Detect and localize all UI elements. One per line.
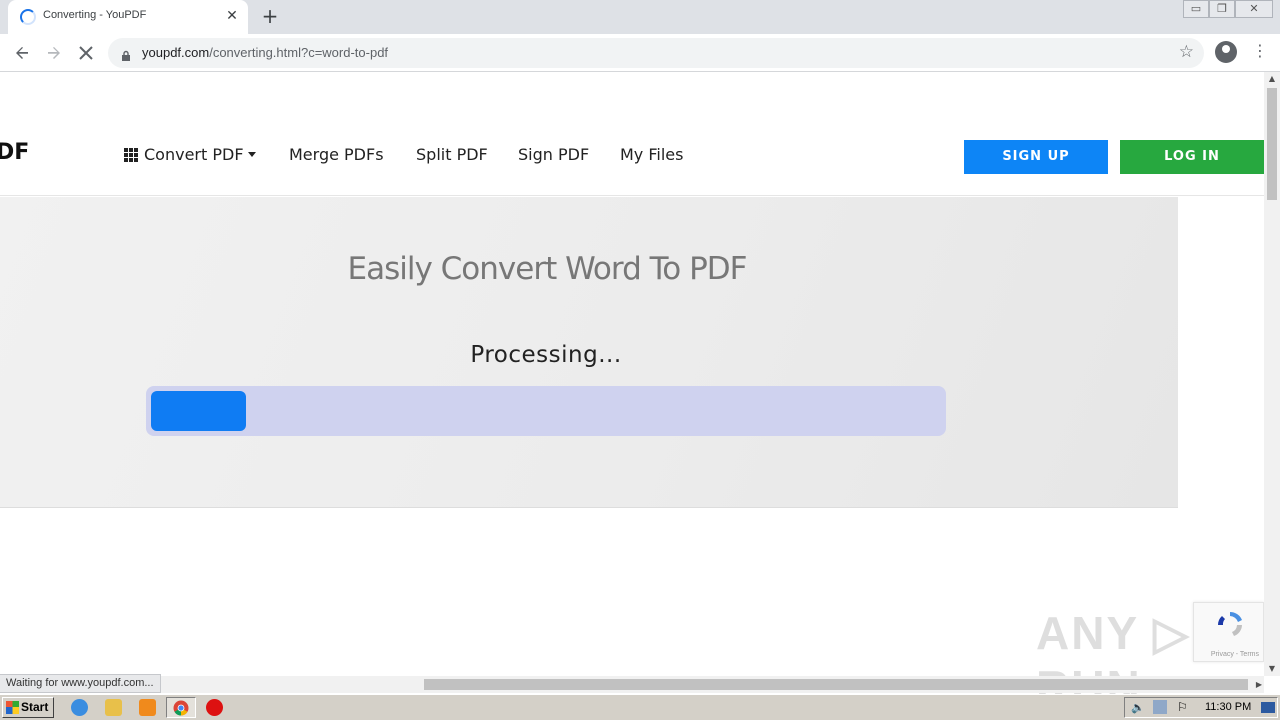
internet-explorer-icon[interactable] <box>71 699 88 716</box>
scroll-down-icon[interactable]: ▼ <box>1264 662 1280 676</box>
page-title: Easily Convert Word To PDF <box>347 251 747 287</box>
chrome-icon <box>173 700 189 716</box>
url-text: youpdf.com/converting.html?c=word-to-pdf <box>142 45 388 60</box>
tab-title: Converting - YouPDF <box>43 9 147 21</box>
browser-status-bubble: Waiting for www.youpdf.com... <box>0 674 161 693</box>
browser-menu-icon[interactable]: ⋮ <box>1252 41 1268 63</box>
browser-toolbar: youpdf.com/converting.html?c=word-to-pdf… <box>0 34 1280 72</box>
caret-down-icon <box>247 152 256 157</box>
scroll-right-icon[interactable]: ▶ <box>1256 676 1262 693</box>
network-icon[interactable] <box>1153 700 1167 714</box>
tab-strip: Converting - YouPDF ✕ + ▭ ❐ ✕ <box>0 0 1280 34</box>
nav-sign-pdf[interactable]: Sign PDF <box>518 145 589 164</box>
nav-convert-pdf[interactable]: Convert PDF <box>144 145 256 164</box>
page-lower-section <box>0 509 1264 604</box>
site-logo[interactable]: DF <box>0 140 29 165</box>
loading-spinner-icon <box>20 9 36 25</box>
start-button[interactable]: Start <box>2 697 54 718</box>
vertical-scrollbar[interactable]: ▲ ▼ <box>1264 72 1280 676</box>
show-desktop-icon[interactable] <box>1261 702 1275 713</box>
conversion-panel: Easily Convert Word To PDF Processing... <box>0 197 1178 508</box>
vertical-scroll-thumb[interactable] <box>1267 88 1277 200</box>
back-icon[interactable] <box>9 41 35 65</box>
horizontal-scroll-thumb[interactable] <box>424 679 1248 690</box>
media-player-icon[interactable] <box>139 699 156 716</box>
close-tab-icon[interactable]: ✕ <box>223 7 241 25</box>
url-path: /converting.html?c=word-to-pdf <box>209 45 389 60</box>
url-host: youpdf.com <box>142 45 210 60</box>
address-bar[interactable]: youpdf.com/converting.html?c=word-to-pdf… <box>108 38 1204 68</box>
sign-up-button[interactable]: SIGN UP <box>964 140 1108 174</box>
new-tab-button[interactable]: + <box>258 5 282 29</box>
nav-merge-pdfs[interactable]: Merge PDFs <box>289 145 384 164</box>
recaptcha-terms[interactable]: Privacy - Terms <box>1211 651 1259 658</box>
profile-avatar-icon[interactable] <box>1215 41 1237 63</box>
progress-bar <box>146 386 946 436</box>
nav-my-files[interactable]: My Files <box>620 145 683 164</box>
system-tray: 🔈 ⚐ 11:30 PM <box>1124 697 1278 718</box>
horizontal-scrollbar[interactable]: ▶ <box>0 676 1264 693</box>
action-center-flag-icon[interactable]: ⚐ <box>1177 700 1188 714</box>
start-label: Start <box>21 700 49 714</box>
windows-taskbar: Start 🔈 ⚐ 11:30 PM <box>0 694 1280 720</box>
forward-icon[interactable] <box>41 41 67 65</box>
processing-status: Processing... <box>470 342 622 368</box>
file-explorer-icon[interactable] <box>105 699 122 716</box>
opera-icon[interactable] <box>206 699 223 716</box>
stop-loading-icon[interactable] <box>73 41 99 65</box>
windows-logo-icon <box>6 701 19 714</box>
restore-button[interactable]: ❐ <box>1209 0 1235 18</box>
nav-split-pdf[interactable]: Split PDF <box>416 145 488 164</box>
recaptcha-icon <box>1217 612 1242 636</box>
scroll-up-icon[interactable]: ▲ <box>1264 72 1280 86</box>
recaptcha-badge[interactable]: Privacy - Terms <box>1193 602 1264 662</box>
minimize-button[interactable]: ▭ <box>1183 0 1209 18</box>
grid-icon <box>124 148 138 162</box>
volume-icon[interactable]: 🔈 <box>1131 701 1145 714</box>
taskbar-clock[interactable]: 11:30 PM <box>1205 701 1251 713</box>
progress-bar-fill <box>151 391 246 431</box>
close-window-button[interactable]: ✕ <box>1235 0 1273 18</box>
browser-tab[interactable]: Converting - YouPDF ✕ <box>8 0 248 34</box>
lock-icon <box>121 47 130 61</box>
chrome-taskbar-button[interactable] <box>166 697 196 718</box>
bookmark-star-icon[interactable]: ☆ <box>1179 42 1194 62</box>
nav-convert-label: Convert PDF <box>144 145 244 164</box>
log-in-button[interactable]: LOG IN <box>1120 140 1264 174</box>
